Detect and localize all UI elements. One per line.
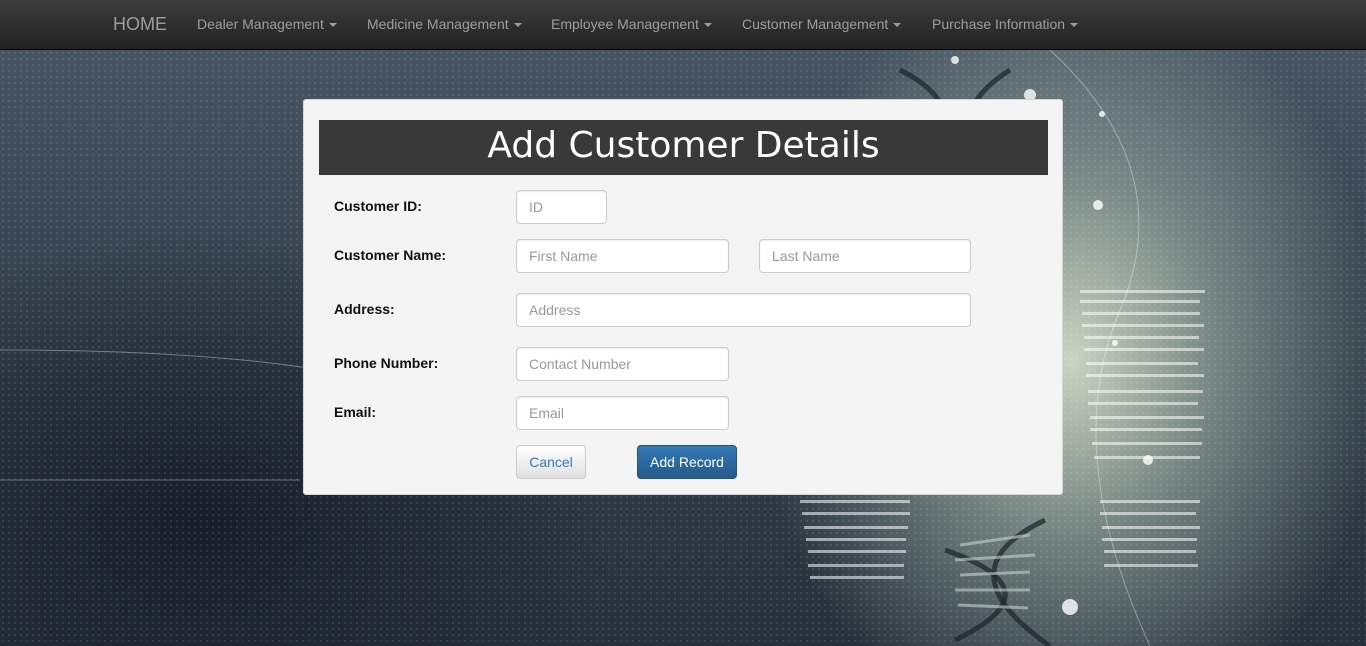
caret-down-icon — [703, 23, 712, 28]
email-input[interactable] — [516, 396, 729, 430]
address-label: Address: — [334, 301, 395, 317]
nav-home-link[interactable]: HOME — [113, 14, 167, 35]
caret-down-icon — [513, 23, 522, 28]
phone-number-label: Phone Number: — [334, 355, 439, 371]
customer-name-label: Customer Name: — [334, 247, 447, 263]
nav-dealer-management[interactable]: Dealer Management — [197, 16, 337, 32]
nav-medicine-management-label: Medicine Management — [367, 16, 509, 32]
cancel-button[interactable]: Cancel — [516, 445, 586, 479]
nav-dealer-management-label: Dealer Management — [197, 16, 324, 32]
address-input[interactable] — [516, 293, 971, 327]
phone-number-input[interactable] — [516, 347, 729, 381]
nav-purchase-information-label: Purchase Information — [932, 16, 1066, 32]
form-title: Add Customer Details — [319, 120, 1048, 175]
caret-down-icon — [328, 23, 337, 28]
nav-medicine-management[interactable]: Medicine Management — [367, 16, 522, 32]
caret-down-icon — [1070, 23, 1079, 28]
email-label: Email: — [334, 404, 377, 420]
customer-id-label: Customer ID: — [334, 198, 422, 214]
top-navbar: HOME Dealer Management Medicine Manageme… — [0, 0, 1366, 50]
first-name-input[interactable] — [516, 239, 729, 273]
add-customer-form-panel: Add Customer Details Customer ID: Custom… — [303, 99, 1063, 495]
nav-employee-management[interactable]: Employee Management — [551, 16, 712, 32]
nav-employee-management-label: Employee Management — [551, 16, 699, 32]
last-name-input[interactable] — [759, 239, 971, 273]
nav-customer-management-label: Customer Management — [742, 16, 889, 32]
nav-purchase-information[interactable]: Purchase Information — [932, 16, 1079, 32]
add-record-button[interactable]: Add Record — [637, 445, 737, 479]
caret-down-icon — [893, 23, 902, 28]
nav-customer-management[interactable]: Customer Management — [742, 16, 902, 32]
customer-id-input[interactable] — [516, 190, 607, 224]
